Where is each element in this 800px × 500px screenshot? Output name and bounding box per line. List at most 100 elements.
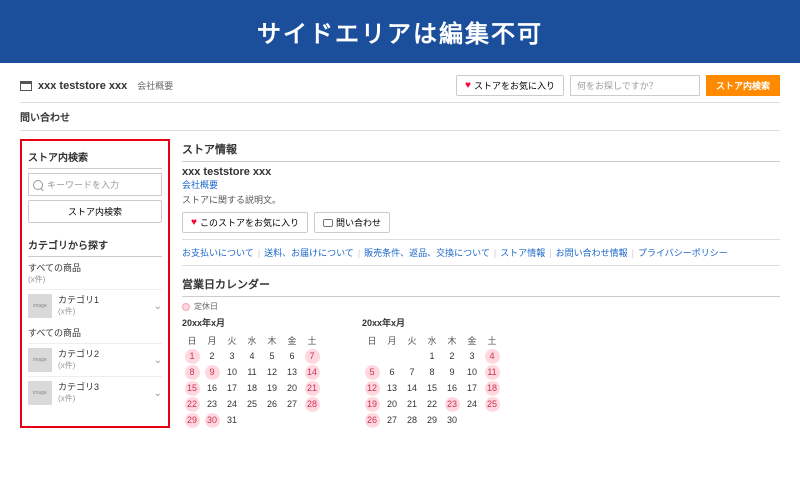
calendar-month: 20xx年x月 (362, 316, 502, 329)
calendar-dow: 土 (302, 332, 322, 348)
calendar-day: 17 (222, 380, 242, 396)
calendar-dow: 火 (402, 332, 422, 348)
store-info-head: ストア情報 (182, 139, 780, 162)
overview-link[interactable]: 会社概要 (182, 180, 218, 190)
calendar-day: 27 (282, 396, 302, 412)
calendar-day: 15 (182, 380, 202, 396)
store-name: xxx teststore xxx (38, 80, 127, 92)
calendar-day: 25 (482, 396, 502, 412)
heart-icon: ♥ (465, 80, 471, 91)
calendar-day: 27 (382, 412, 402, 428)
calendar-day: 30 (202, 412, 222, 428)
calendar-day: 19 (362, 396, 382, 412)
calendar-dow: 月 (202, 332, 222, 348)
calendar-day: 5 (362, 364, 382, 380)
heart-icon: ♥ (191, 217, 197, 228)
link-separator: | (632, 248, 634, 258)
favorite-store-button[interactable]: ♥ ストアをお気に入り (456, 75, 564, 96)
chevron-down-icon: ⌄ (154, 301, 162, 312)
banner-title: サイドエリアは編集不可 (0, 0, 800, 63)
calendar-day: 11 (242, 364, 262, 380)
calendar-day: 30 (442, 412, 462, 428)
info-link[interactable]: 販売条件、返品、交換について (364, 248, 490, 258)
calendar-day: 18 (242, 380, 262, 396)
calendar-day: 3 (222, 348, 242, 364)
chevron-down-icon: ⌄ (154, 388, 162, 399)
calendar-day: 7 (302, 348, 322, 364)
calendar-day: 10 (222, 364, 242, 380)
calendar-day: 16 (442, 380, 462, 396)
calendar-day: 28 (302, 396, 322, 412)
link-separator: | (258, 248, 260, 258)
calendar-day (462, 412, 482, 428)
calendar-day: 31 (222, 412, 242, 428)
link-separator: | (549, 248, 551, 258)
calendar-day: 22 (422, 396, 442, 412)
sidebar-search-placeholder: キーワードを入力 (47, 178, 119, 191)
calendar-month: 20xx年x月 (182, 316, 322, 329)
info-link[interactable]: お支払いについて (182, 248, 254, 258)
calendar-day: 1 (422, 348, 442, 364)
sidebar-search-button[interactable]: ストア内検索 (28, 200, 162, 223)
inquiry-tab[interactable]: 問い合わせ (20, 103, 780, 131)
calendar-day: 8 (422, 364, 442, 380)
store-subtitle: 会社概要 (137, 79, 173, 92)
calendar-day (262, 412, 282, 428)
category-all-again[interactable]: すべての商品 (28, 322, 162, 343)
link-separator: | (494, 248, 496, 258)
calendar-dow: 水 (422, 332, 442, 348)
sidebar: ストア内検索 キーワードを入力 ストア内検索 カテゴリから探す すべての商品 (… (20, 139, 170, 428)
info-link[interactable]: プライバシーポリシー (638, 248, 728, 258)
calendar-day (402, 348, 422, 364)
category-label: カテゴリ1(x件) (58, 295, 148, 317)
info-link[interactable]: お問い合わせ情報 (556, 248, 628, 258)
calendar-dow: 金 (462, 332, 482, 348)
calendar-day: 11 (482, 364, 502, 380)
category-item[interactable]: image カテゴリ2(x件) ⌄ (28, 343, 162, 376)
chevron-down-icon: ⌄ (154, 355, 162, 366)
category-thumb: image (28, 294, 52, 318)
calendar-day (282, 412, 302, 428)
calendar-dow: 木 (262, 332, 282, 348)
calendar-day (382, 348, 402, 364)
calendar-day: 12 (362, 380, 382, 396)
top-search-button[interactable]: ストア内検索 (706, 75, 780, 96)
calendar-day: 4 (242, 348, 262, 364)
store-description: ストアに関する説明文。 (182, 193, 780, 206)
calendar-day: 19 (262, 380, 282, 396)
top-search-input[interactable]: 何をお探しですか？ (570, 75, 700, 96)
category-item[interactable]: image カテゴリ1(x件) ⌄ (28, 289, 162, 322)
calendar-day: 8 (182, 364, 202, 380)
info-link[interactable]: ストア情報 (500, 248, 545, 258)
calendar-day: 3 (462, 348, 482, 364)
inquiry-button[interactable]: 問い合わせ (314, 212, 390, 233)
favorite-this-store-button[interactable]: ♥ このストアをお気に入り (182, 212, 308, 233)
category-item[interactable]: image カテゴリ3(x件) ⌄ (28, 376, 162, 409)
calendar-dow: 土 (482, 332, 502, 348)
category-label: カテゴリ2(x件) (58, 349, 148, 371)
calendar-day: 2 (202, 348, 222, 364)
calendar-day: 9 (442, 364, 462, 380)
calendar-day: 15 (422, 380, 442, 396)
calendar-day: 14 (302, 364, 322, 380)
calendar-dow: 月 (382, 332, 402, 348)
calendar-day: 28 (402, 412, 422, 428)
calendar-day: 20 (382, 396, 402, 412)
calendar-day (302, 412, 322, 428)
info-link[interactable]: 送料、お届けについて (264, 248, 354, 258)
calendar-day (362, 348, 382, 364)
category-all-count: (x件) (28, 274, 162, 285)
calendar-day: 6 (382, 364, 402, 380)
calendar-day: 13 (382, 380, 402, 396)
category-thumb: image (28, 381, 52, 405)
calendar-day: 1 (182, 348, 202, 364)
inquiry-btn-label: 問い合わせ (336, 216, 381, 229)
category-all[interactable]: すべての商品 (x件) (28, 257, 162, 289)
calendar-day: 29 (422, 412, 442, 428)
calendar-day: 10 (462, 364, 482, 380)
sidebar-search-head: ストア内検索 (28, 145, 162, 169)
calendar-day (242, 412, 262, 428)
calendar-day: 12 (262, 364, 282, 380)
calendar-dow: 日 (182, 332, 202, 348)
sidebar-search-input[interactable]: キーワードを入力 (28, 173, 162, 196)
